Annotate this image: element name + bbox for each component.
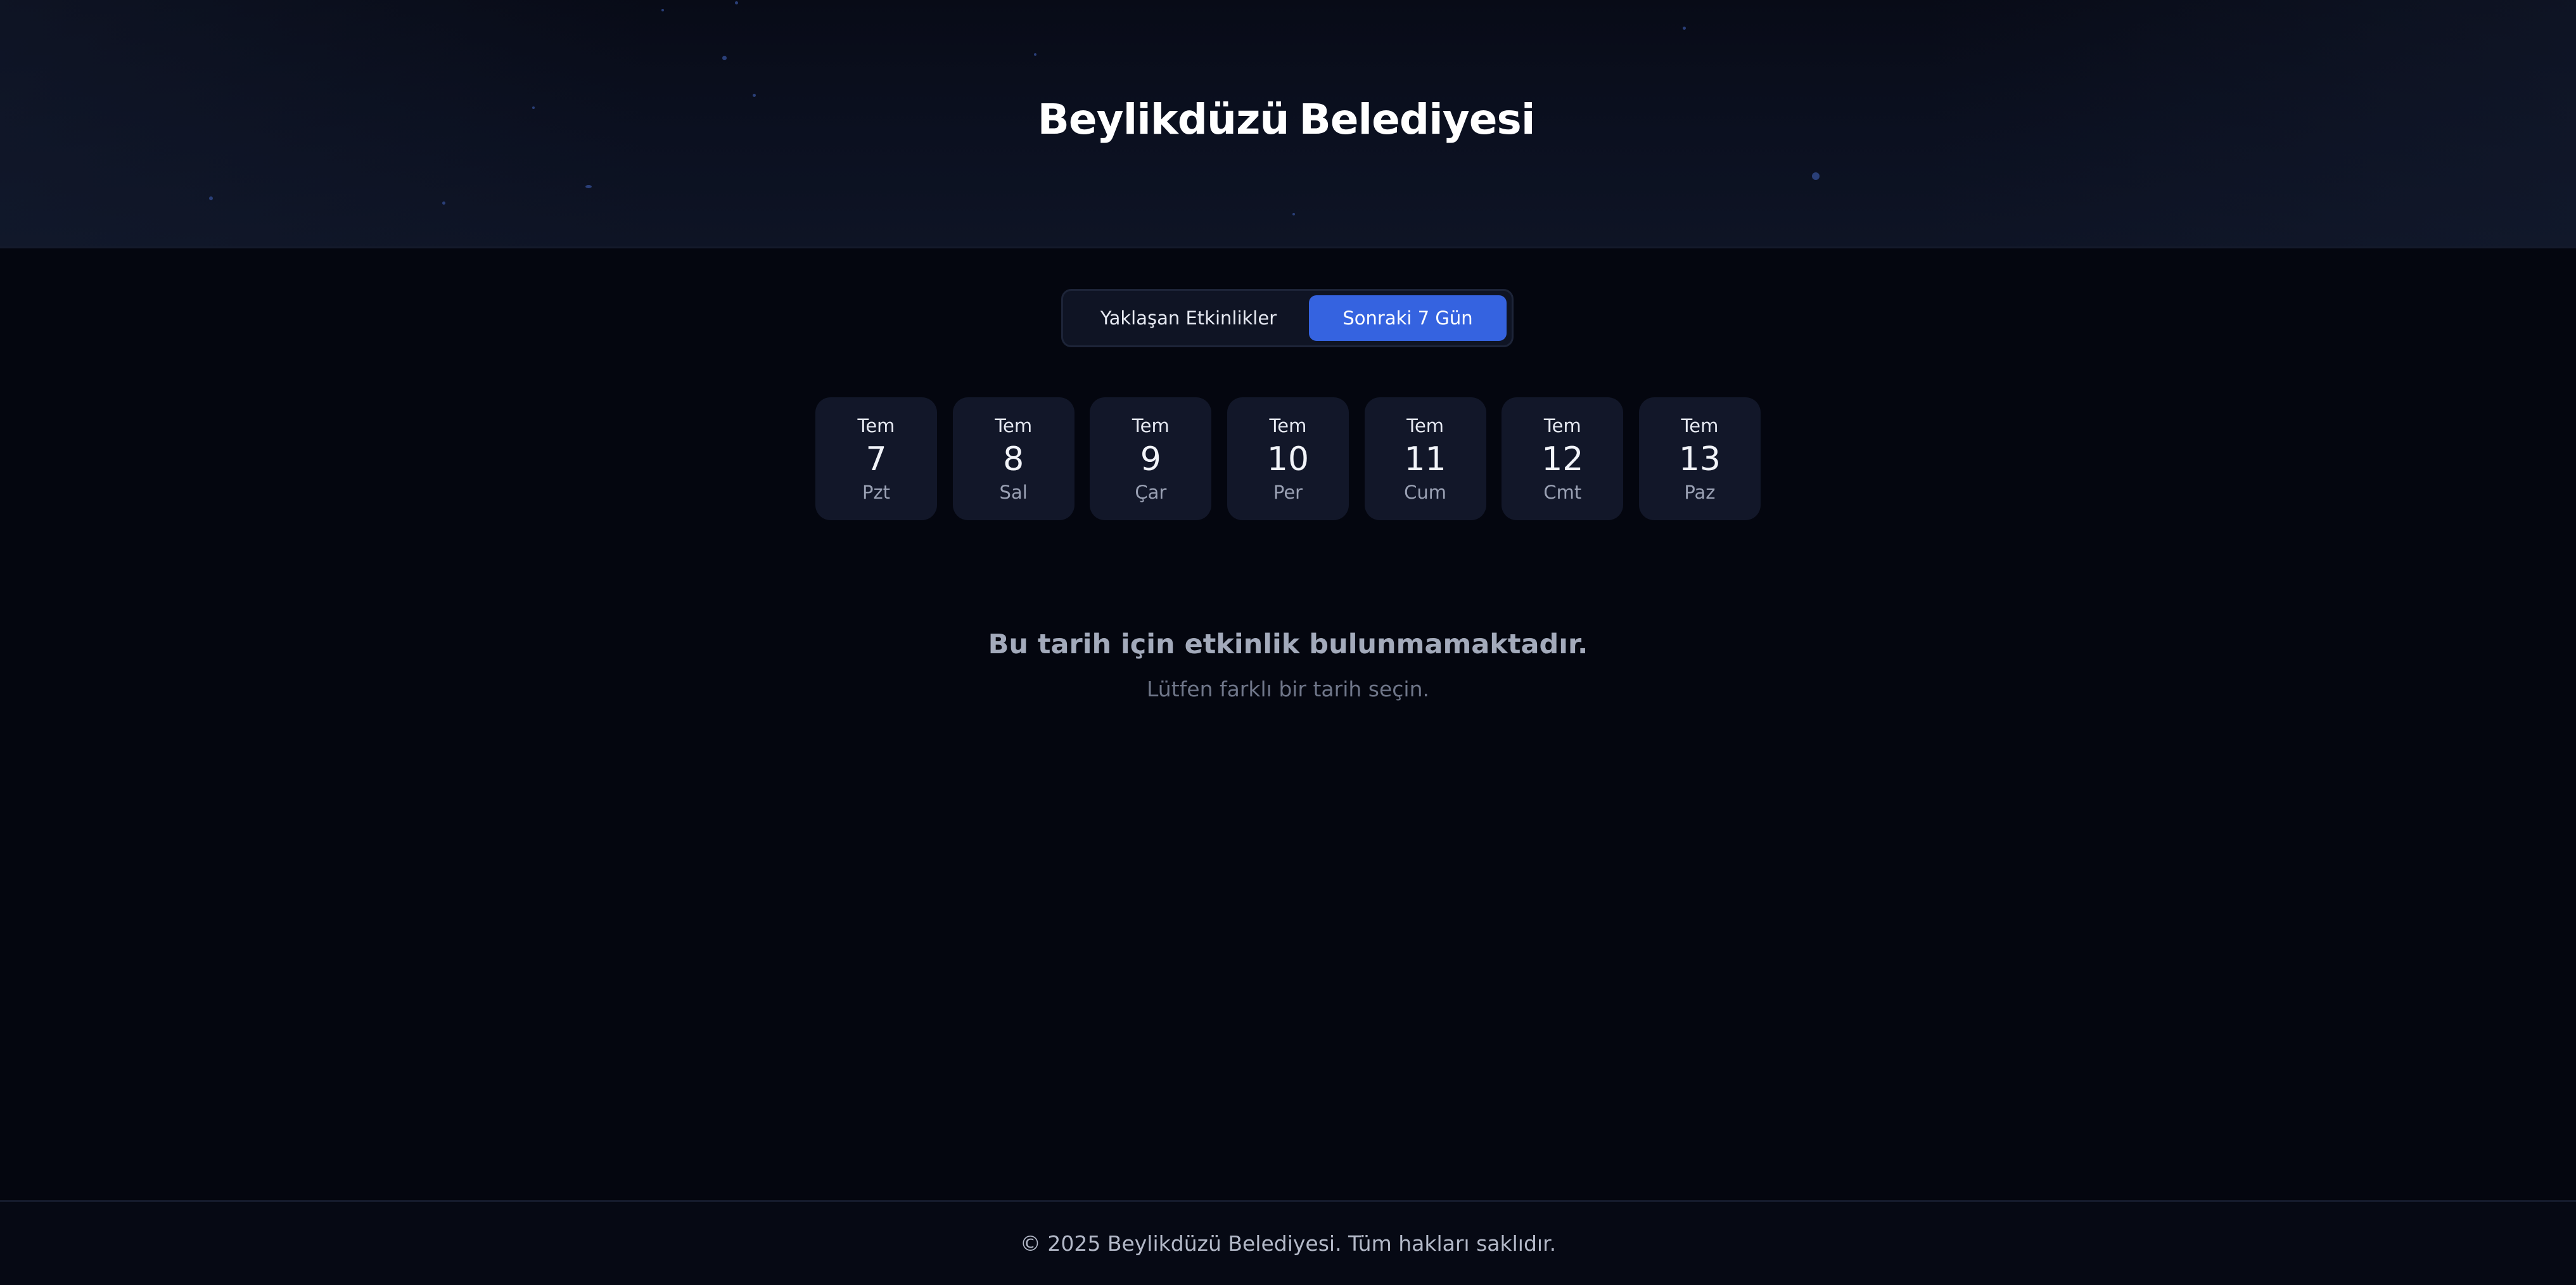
next-7-days-tab[interactable]: Sonraki 7 Gün bbox=[1309, 295, 1507, 341]
decorative-star bbox=[1034, 53, 1036, 56]
decorative-star bbox=[442, 201, 445, 205]
date-card-month: Tem bbox=[857, 415, 895, 437]
date-card-weekday: Sal bbox=[999, 482, 1028, 503]
date-card-month: Tem bbox=[1543, 415, 1581, 437]
date-card-day: 7 bbox=[865, 440, 887, 478]
date-card-month: Tem bbox=[1406, 415, 1444, 437]
decorative-star bbox=[753, 94, 756, 97]
municipality-logo[interactable]: Beylikdüzü Belediyesi bbox=[1037, 68, 1536, 170]
decorative-star bbox=[1812, 172, 1820, 180]
upcoming-events-tab[interactable]: Yaklaşan Etkinlikler bbox=[1068, 295, 1309, 341]
decorative-star bbox=[1683, 27, 1686, 30]
date-card-weekday: Paz bbox=[1684, 482, 1716, 503]
date-card-weekday: Cmt bbox=[1543, 482, 1582, 503]
logo-text-right: Belediyesi bbox=[1299, 94, 1535, 144]
date-card[interactable]: Tem 13 Paz bbox=[1638, 397, 1761, 520]
logo-text-left: Beylikdüzü bbox=[1037, 94, 1290, 144]
date-card-weekday: Çar bbox=[1135, 482, 1167, 503]
date-card-day: 13 bbox=[1678, 440, 1721, 478]
date-card-month: Tem bbox=[995, 415, 1033, 437]
decorative-star bbox=[532, 106, 535, 109]
date-card-month: Tem bbox=[1132, 415, 1170, 437]
date-card-day: 11 bbox=[1404, 440, 1446, 478]
decorative-star bbox=[735, 1, 738, 4]
decorative-star bbox=[1292, 213, 1295, 215]
date-card-weekday: Pzt bbox=[862, 482, 891, 503]
view-toggle: Yaklaşan Etkinlikler Sonraki 7 Gün bbox=[1061, 289, 1514, 347]
date-card[interactable]: Tem 8 Sal bbox=[952, 397, 1074, 520]
date-card[interactable]: Tem 7 Pzt bbox=[815, 397, 937, 520]
date-card-day: 8 bbox=[1003, 440, 1024, 478]
date-card-day: 9 bbox=[1140, 440, 1161, 478]
date-card-month: Tem bbox=[1269, 415, 1307, 437]
decorative-star bbox=[722, 56, 727, 60]
date-card[interactable]: Tem 9 Çar bbox=[1090, 397, 1212, 520]
date-card[interactable]: Tem 11 Cum bbox=[1364, 397, 1486, 520]
decorative-star bbox=[661, 9, 664, 11]
decorative-star bbox=[585, 185, 592, 188]
date-selector: Tem 7 Pzt Tem 8 Sal Tem 9 Çar Tem 10 Per… bbox=[815, 397, 1761, 520]
date-card[interactable]: Tem 10 Per bbox=[1227, 397, 1349, 520]
empty-state-title: Bu tarih için etkinlik bulunmamaktadır. bbox=[988, 629, 1588, 660]
page-header: Beylikdüzü Belediyesi bbox=[0, 0, 2576, 248]
date-card-day: 12 bbox=[1541, 440, 1584, 478]
date-card-weekday: Per bbox=[1273, 482, 1303, 503]
date-card-month: Tem bbox=[1681, 415, 1719, 437]
decorative-star bbox=[209, 196, 213, 200]
date-card[interactable]: Tem 12 Cmt bbox=[1502, 397, 1624, 520]
copyright-text: © 2025 Beylikdüzü Belediyesi. Tüm haklar… bbox=[1019, 1231, 1557, 1256]
date-card-weekday: Cum bbox=[1404, 482, 1447, 503]
page-footer: © 2025 Beylikdüzü Belediyesi. Tüm haklar… bbox=[0, 1200, 2576, 1285]
date-card-day: 10 bbox=[1266, 440, 1310, 478]
empty-state-subtitle: Lütfen farklı bir tarih seçin. bbox=[1146, 677, 1429, 701]
